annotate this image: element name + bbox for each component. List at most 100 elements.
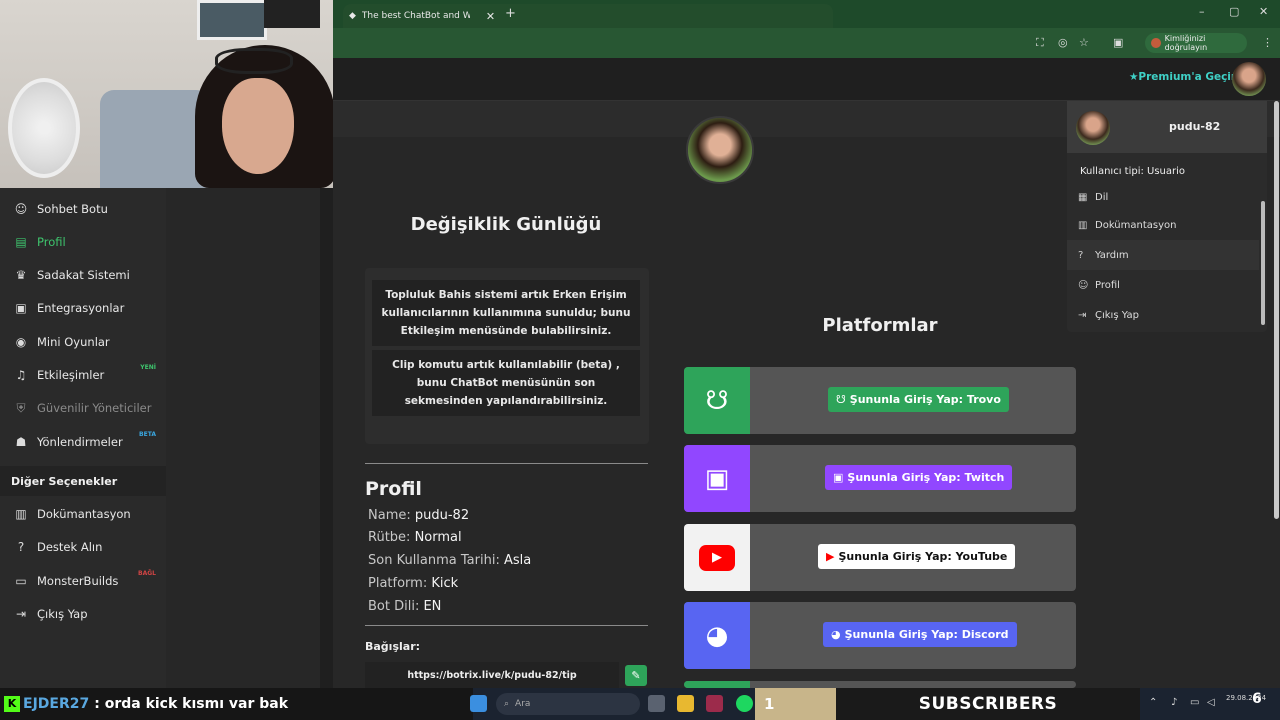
minimize-icon[interactable]: – (1199, 5, 1205, 18)
dropdown-item-help[interactable]: ? Yardım (1067, 240, 1259, 270)
network-icon[interactable]: ▭ (1190, 697, 1199, 708)
sidebar-item-interactions[interactable]: ♫ Etkileşimler YENİ (0, 358, 166, 391)
changelog-entry: Topluluk Bahis sistemi artık Erken Erişi… (372, 280, 640, 346)
book-icon: ▥ (15, 506, 27, 521)
logout-icon: ⇥ (1078, 309, 1087, 321)
platform-card-discord: ◕ ◕ Şununla Giriş Yap: Discord (684, 602, 1076, 669)
notification-count[interactable]: 6 (1252, 691, 1262, 707)
dropdown-scrollbar[interactable] (1261, 201, 1265, 325)
profile-avatar (686, 116, 754, 184)
file-explorer-icon[interactable] (677, 695, 694, 712)
app-icon[interactable] (706, 695, 723, 712)
login-youtube-button[interactable]: ▶ Şununla Giriş Yap: YouTube (818, 544, 1016, 569)
discord-small-icon: ◕ (831, 628, 841, 641)
sidebar-item-minigames[interactable]: ◉ Mini Oyunlar (0, 325, 166, 358)
question-icon: ? (17, 539, 25, 554)
profile-row-name: Name: pudu-82 (368, 508, 470, 523)
profile-row-platform: Platform: Kick (368, 576, 459, 591)
sidebar-item-chatbot[interactable]: ☺ Sohbet Botu (0, 192, 166, 225)
login-discord-button[interactable]: ◕ Şununla Giriş Yap: Discord (823, 622, 1017, 647)
browser-tab[interactable]: ◆ The best ChatBot and Widgets ✕ (343, 4, 833, 28)
volume-icon[interactable]: ◁ (1207, 697, 1215, 708)
login-trovo-button[interactable]: ☋ Şununla Giriş Yap: Trovo (828, 387, 1009, 412)
sidebar-item-profile[interactable]: ▤ Profil (0, 225, 166, 258)
monsterbuilds-badge: BAĞL (138, 570, 156, 577)
sidebar-item-logout[interactable]: ⇥ Çıkış Yap (0, 597, 166, 630)
profile-avatar-icon (1151, 38, 1161, 48)
maximize-icon[interactable]: ▢ (1229, 5, 1239, 18)
task-view-icon[interactable] (648, 695, 665, 712)
eye-off-icon[interactable]: ◎ (1058, 36, 1068, 49)
page-scrollbar[interactable] (1274, 101, 1279, 519)
dropdown-avatar (1076, 111, 1110, 145)
tray-chevron-icon[interactable]: ⌃ (1149, 697, 1157, 708)
platform-card-twitch: ▣ ▣ Şununla Giriş Yap: Twitch (684, 445, 1076, 512)
sidebar-item-redirects[interactable]: ☗ Yönlendirmeler BETA (0, 425, 166, 458)
platforms-title: Platformlar (822, 315, 938, 336)
profile-row-bot-language: Bot Dili: EN (368, 599, 442, 614)
taskbar: K EJDER27 : orda kick kısmı var bak ⌕ Ar… (0, 688, 1280, 720)
bookmark-star-icon[interactable]: ☆ (1079, 36, 1089, 49)
logout-icon: ⇥ (15, 606, 27, 621)
dropdown-item-language[interactable]: ▦ Dil (1067, 187, 1259, 203)
dropdown-item-profile[interactable]: ☺ Profil (1067, 270, 1259, 300)
profile-row-expiry: Son Kullanma Tarihi: Asla (368, 553, 532, 568)
browser-profile-button[interactable]: Kimliğinizi doğrulayın (1145, 33, 1247, 53)
windows-start-icon[interactable] (470, 695, 487, 712)
sidebar-item-trusted-mods[interactable]: ⛨ Güvenilir Yöneticiler (0, 391, 166, 424)
divider (365, 625, 648, 626)
question-icon: ? (1078, 249, 1084, 261)
dropdown-item-logout[interactable]: ⇥ Çıkış Yap (1067, 300, 1259, 330)
browser-tab-bar: ◆ The best ChatBot and Widgets ✕ + – ▢ ✕ (333, 0, 1280, 28)
dropdown-user-type: Kullanıcı tipi: Usuario (1080, 166, 1186, 177)
premium-link[interactable]: ★Premium'a Geçin (1129, 71, 1238, 83)
platform-partial-icon (684, 681, 750, 688)
tab-title: The best ChatBot and Widgets (361, 11, 470, 21)
sidebar-item-monsterbuilds[interactable]: ▭ MonsterBuilds BAĞL (0, 564, 166, 597)
taskbar-search[interactable]: ⌕ Ara (496, 693, 640, 715)
robot-icon: ☺ (14, 201, 28, 216)
user-icon: ☺ (1078, 279, 1089, 291)
book-icon: ▥ (1078, 219, 1088, 231)
spotify-icon[interactable] (736, 695, 753, 712)
id-card-icon: ▤ (15, 234, 27, 249)
changelog-entry: Clip komutu artık kullanılabilir (beta) … (372, 350, 640, 416)
login-twitch-button[interactable]: ▣ Şununla Giriş Yap: Twitch (825, 465, 1013, 490)
platform-card-youtube: ▶ ▶ Şununla Giriş Yap: YouTube (684, 524, 1076, 591)
language-icon: ▦ (1078, 192, 1088, 203)
monitor-icon: ▭ (15, 573, 27, 588)
trovo-icon: ☋ (684, 367, 750, 434)
youtube-icon: ▶ (684, 524, 750, 591)
user-avatar[interactable] (1232, 62, 1266, 96)
divider (365, 463, 648, 464)
subscriber-count: 1 (755, 688, 836, 720)
sidebar-item-support[interactable]: ? Destek Alın (0, 530, 166, 563)
microphone-icon[interactable]: ♪ (1171, 697, 1177, 708)
tip-url-field[interactable]: https://botrix.live/k/pudu-82/tip (365, 662, 619, 688)
shield-icon: ⛨ (16, 400, 26, 415)
changelog-title: Değişiklik Günlüğü (410, 214, 602, 235)
gamepad-icon: ◉ (15, 334, 27, 349)
site-top-nav: ★Premium'a Geçin (333, 58, 1280, 101)
browser-menu-icon[interactable]: ⋮ (1262, 36, 1273, 49)
platform-card-next (684, 681, 1076, 688)
webcam-overlay (0, 0, 333, 188)
subscribers-label: SUBSCRIBERS (836, 688, 1140, 720)
tab-close-icon[interactable]: ✕ (486, 10, 495, 23)
extensions-icon[interactable]: ▣ (1113, 36, 1123, 49)
browser-toolbar: ⛶ ◎ ☆ ▣ Kimliğinizi doğrulayın ⋮ (333, 28, 1280, 58)
edit-tip-button[interactable]: ✎ (625, 665, 647, 686)
sidebar-item-integrations[interactable]: ▣ Entegrasyonlar (0, 291, 166, 324)
new-tab-icon[interactable]: + (505, 6, 516, 21)
window-close-icon[interactable]: ✕ (1259, 5, 1268, 18)
kick-icon: K (4, 696, 20, 712)
translate-icon[interactable]: ⛶ (1036, 36, 1044, 50)
trovo-small-icon: ☋ (836, 393, 846, 406)
platform-card-trovo: ☋ ☋ Şununla Giriş Yap: Trovo (684, 367, 1076, 434)
profile-pill-label: Kimliğinizi doğrulayın (1164, 34, 1208, 52)
users-icon: ☗ (15, 434, 27, 449)
sidebar-item-loyalty[interactable]: ♛ Sadakat Sistemi (0, 258, 166, 291)
sidebar-item-docs[interactable]: ▥ Dokümantasyon (0, 497, 166, 530)
donations-label: Bağışlar: (365, 640, 421, 653)
dropdown-item-docs[interactable]: ▥ Dokümantasyon (1067, 210, 1259, 240)
